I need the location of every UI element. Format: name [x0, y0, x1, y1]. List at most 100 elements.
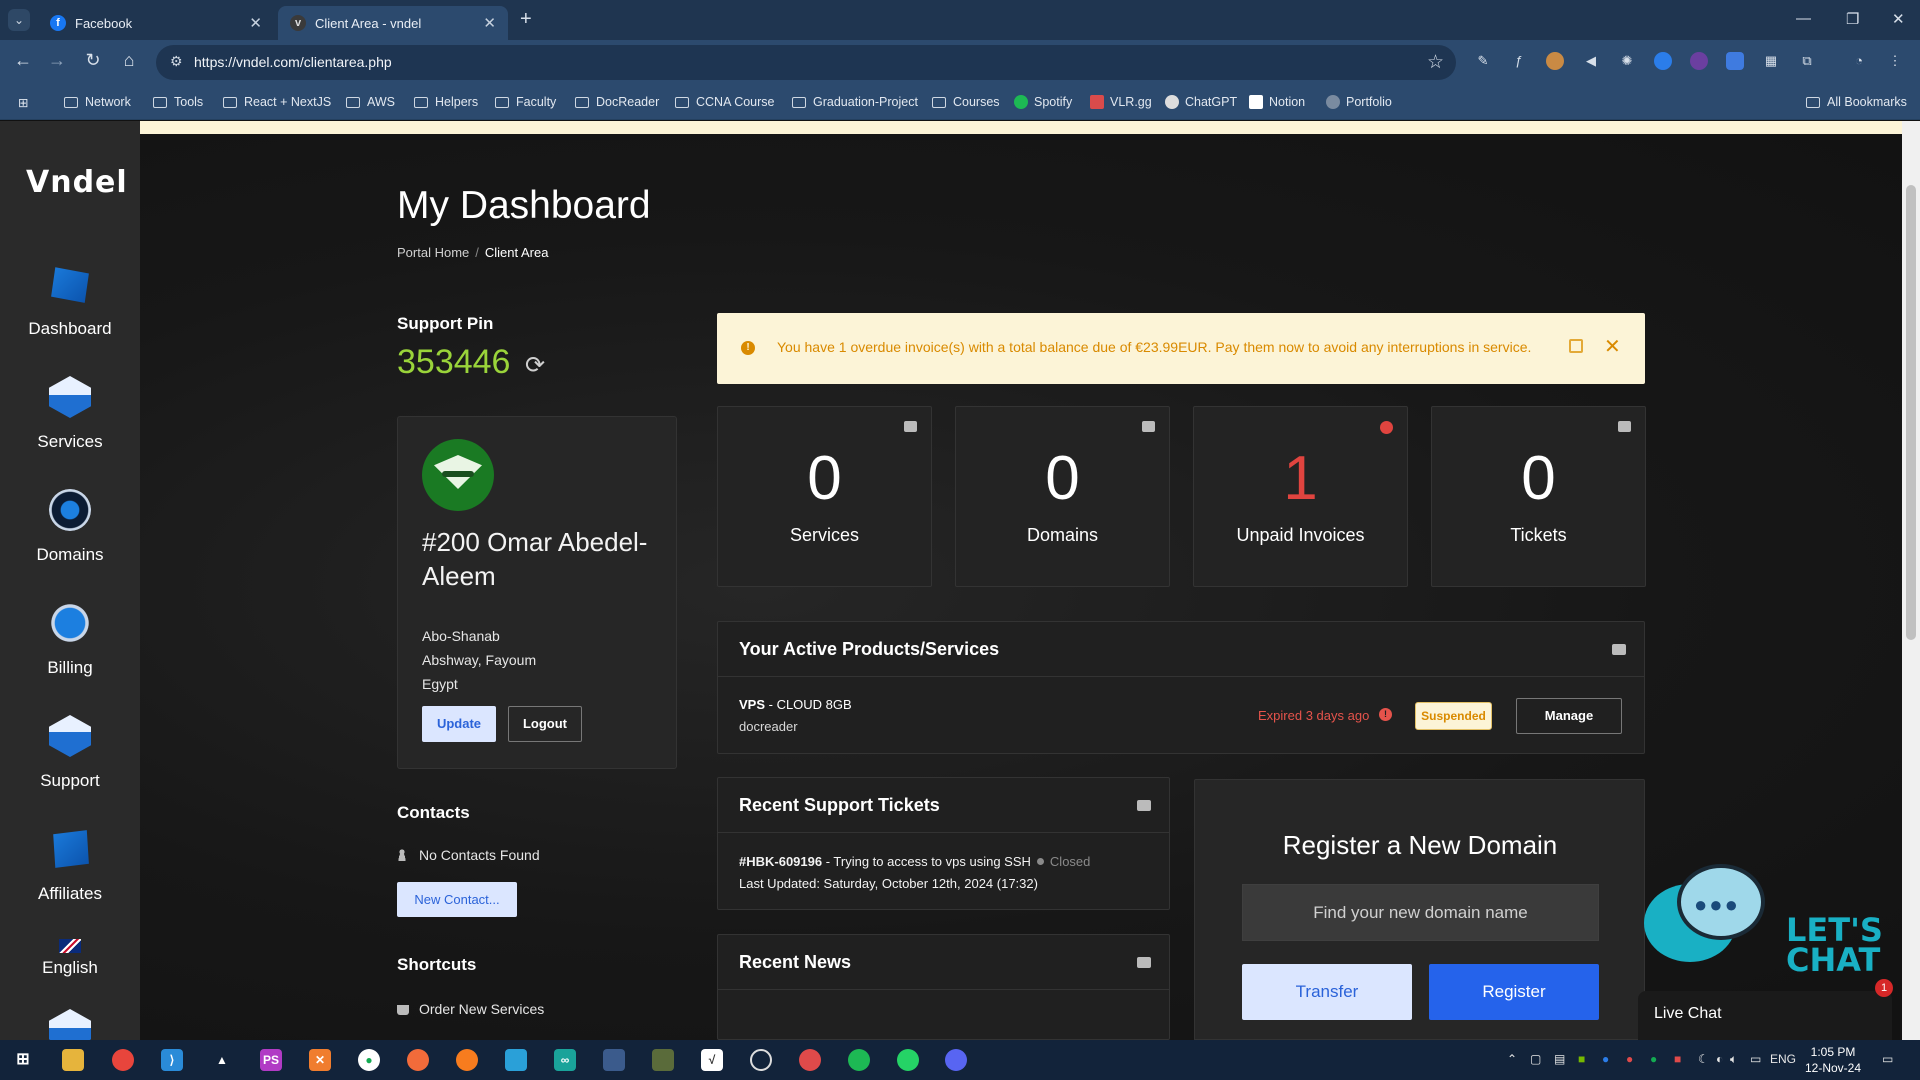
spotify-icon[interactable] [848, 1049, 870, 1071]
tray-icon[interactable]: ☾ [1698, 1052, 1709, 1066]
pay-invoice-icon[interactable] [1569, 339, 1583, 353]
tray-icon[interactable]: ● [1626, 1052, 1633, 1066]
refresh-icon[interactable]: ⟳ [525, 351, 545, 380]
app-icon[interactable]: ▲ [211, 1049, 233, 1071]
xampp-icon[interactable]: ✕ [309, 1049, 331, 1071]
bookmark-docreader[interactable]: DocReader [575, 95, 659, 109]
new-contact-button[interactable]: New Contact... [397, 882, 517, 917]
whatsapp-icon[interactable] [897, 1049, 919, 1071]
bookmark-chatgpt[interactable]: ChatGPT [1165, 95, 1237, 109]
tray-icon[interactable]: ● [1602, 1052, 1609, 1066]
tray-icon[interactable]: ● [1650, 1052, 1657, 1066]
update-button[interactable]: Update [422, 706, 496, 742]
apps-grid-icon[interactable]: ⊞ [18, 95, 28, 110]
app-icon[interactable] [505, 1049, 527, 1071]
extensions-puzzle-icon[interactable]: ⧉ [1798, 52, 1816, 70]
stat-tile-domains[interactable]: 0 Domains [955, 406, 1170, 587]
clock[interactable]: 1:05 PM 12-Nov-24 [1800, 1044, 1866, 1076]
app-icon[interactable]: √ [701, 1049, 723, 1071]
bookmark-helpers[interactable]: Helpers [414, 95, 478, 109]
bookmark-courses[interactable]: Courses [932, 95, 1000, 109]
back-button[interactable]: ← [10, 50, 36, 71]
speaker-icon[interactable]: ◀ [1582, 52, 1600, 70]
stat-tile-services[interactable]: 0 Services [717, 406, 932, 587]
address-bar[interactable]: ⚙ https://vndel.com/clientarea.php ☆ [156, 45, 1456, 80]
discord-icon[interactable] [945, 1049, 967, 1071]
app-icon[interactable] [603, 1049, 625, 1071]
extension-icon[interactable] [1654, 52, 1672, 70]
url-text[interactable]: https://vndel.com/clientarea.php [194, 54, 392, 70]
bookmark-star-icon[interactable]: ☆ [1427, 51, 1444, 74]
sidebar-item-more[interactable] [0, 1009, 140, 1040]
transfer-button[interactable]: Transfer [1242, 964, 1412, 1020]
forward-button[interactable]: → [44, 50, 70, 71]
sidebar-item-dashboard[interactable]: Dashboard [0, 263, 140, 339]
tray-icon[interactable]: ■ [1674, 1052, 1681, 1066]
formula-icon[interactable]: ƒ [1510, 52, 1528, 70]
phpstorm-icon[interactable]: PS [260, 1049, 282, 1071]
profile-icon[interactable]: ◔ [1850, 52, 1868, 70]
sidebar-item-affiliates[interactable]: Affiliates [0, 828, 140, 904]
steam-icon[interactable] [750, 1049, 772, 1071]
vndel-logo[interactable]: Vndel [26, 165, 128, 200]
domain-search-input[interactable]: Find your new domain name [1242, 884, 1599, 941]
bookmark-graduation-project[interactable]: Graduation-Project [792, 95, 918, 109]
bookmark-tools[interactable]: Tools [153, 95, 203, 109]
app-icon[interactable] [799, 1049, 821, 1071]
network-icon[interactable]: ▭ [1750, 1052, 1761, 1066]
bookmark-network[interactable]: Network [64, 95, 131, 109]
ticket-item[interactable]: #HBK-609196 - Trying to access to vps us… [739, 854, 1090, 869]
shortcut-order-new-services[interactable]: Order New Services [397, 1001, 544, 1017]
lets-chat-graphic[interactable]: LET'S CHAT [1786, 914, 1920, 976]
language-indicator[interactable]: ENG [1770, 1052, 1796, 1066]
extension-icon[interactable] [1690, 52, 1708, 70]
extension-icon[interactable] [1726, 52, 1744, 70]
vscode-icon[interactable]: ⟩ [161, 1049, 183, 1071]
sidebar-item-support[interactable]: Support [0, 715, 140, 791]
live-chat-button[interactable]: Live Chat 1 [1638, 979, 1893, 1040]
extension-icon[interactable] [1546, 52, 1564, 70]
bookmark-portfolio[interactable]: Portfolio [1326, 95, 1392, 109]
register-button[interactable]: Register [1429, 964, 1599, 1020]
arduino-icon[interactable]: ∞ [554, 1049, 576, 1071]
language-selector[interactable]: English [0, 939, 140, 978]
reload-button[interactable]: ↻ [80, 50, 106, 71]
volume-icon[interactable]: 🔈︎ [1730, 1052, 1737, 1067]
bookmark-notion[interactable]: Notion [1249, 95, 1305, 109]
bookmark-vlr[interactable]: VLR.gg [1090, 95, 1152, 109]
manage-button[interactable]: Manage [1516, 698, 1622, 734]
sidebar-item-billing[interactable]: Billing [0, 602, 140, 678]
react-icon[interactable]: ✺ [1618, 52, 1636, 70]
stat-tile-tickets[interactable]: 0 Tickets [1431, 406, 1646, 587]
new-tab-button[interactable]: + [520, 8, 532, 31]
tray-icon[interactable]: ▢ [1530, 1052, 1541, 1066]
eyedropper-icon[interactable]: ✎ [1474, 52, 1492, 70]
soundcloud-icon[interactable] [456, 1049, 478, 1071]
app-icon[interactable] [652, 1049, 674, 1071]
bookmark-ccna-course[interactable]: CCNA Course [675, 95, 775, 109]
scrollbar-thumb[interactable] [1906, 185, 1916, 640]
breadcrumb-portal-home[interactable]: Portal Home [397, 245, 469, 260]
close-window-button[interactable]: ✕ [1892, 10, 1905, 28]
chat-bubble-icon[interactable]: ●●● [1644, 864, 1765, 982]
sidebar-item-services[interactable]: Services [0, 376, 140, 452]
bookmark-react-nextjs[interactable]: React + NextJS [223, 95, 331, 109]
bookmark-spotify[interactable]: Spotify [1014, 95, 1072, 109]
close-icon[interactable]: ✕ [483, 14, 496, 32]
menu-kebab-icon[interactable]: ⋮ [1886, 52, 1904, 70]
stat-tile-unpaid-invoices[interactable]: 1 Unpaid Invoices [1193, 406, 1408, 587]
tab-facebook[interactable]: f Facebook ✕ [38, 6, 274, 40]
bookmark-faculty[interactable]: Faculty [495, 95, 556, 109]
home-button[interactable]: ⌂ [116, 50, 142, 71]
chrome-icon[interactable] [112, 1049, 134, 1071]
file-explorer-icon[interactable] [62, 1049, 84, 1071]
service-name[interactable]: VPS - CLOUD 8GB [739, 697, 852, 712]
tray-overflow-icon[interactable]: ⌃ [1507, 1052, 1517, 1066]
windows-start-icon[interactable]: ⊞ [12, 1049, 34, 1071]
postman-icon[interactable] [407, 1049, 429, 1071]
notifications-icon[interactable]: ▭ [1882, 1052, 1893, 1066]
tab-client-area[interactable]: v Client Area - vndel ✕ [278, 6, 508, 40]
sidebar-item-domains[interactable]: Domains [0, 489, 140, 565]
extension-icon[interactable]: ▦ [1762, 52, 1780, 70]
tray-icon[interactable]: ▤ [1554, 1052, 1565, 1066]
